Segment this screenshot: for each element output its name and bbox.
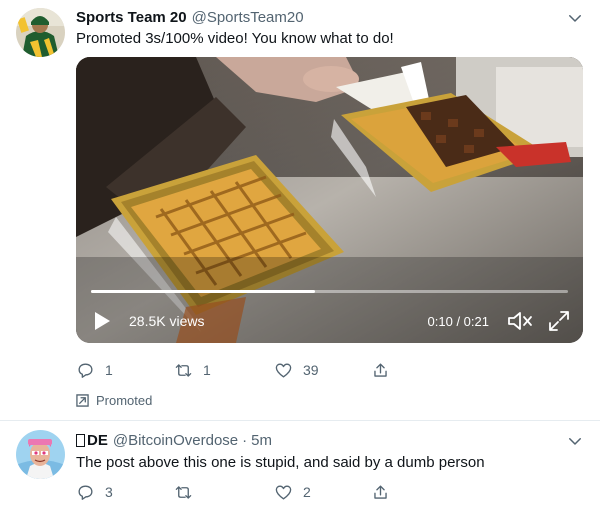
retweet-button[interactable]: 1 <box>174 358 211 382</box>
chevron-down-icon[interactable] <box>566 432 584 450</box>
retweet-count: 1 <box>203 362 211 378</box>
promoted-label: Promoted <box>96 392 153 408</box>
video-player[interactable]: 28.5K views 0:10 / 0:21 <box>76 57 583 343</box>
promoted-arrow-icon <box>76 393 89 407</box>
like-button[interactable]: 39 <box>274 358 319 382</box>
author-name[interactable]: DE <box>76 432 108 449</box>
expand-icon[interactable] <box>548 310 570 332</box>
tweet-text: Promoted 3s/100% video! You know what to… <box>76 30 394 47</box>
tweet-header: Sports Team 20 @SportsTeam20 <box>76 7 304 27</box>
video-views: 28.5K views <box>129 313 205 329</box>
separator: · <box>242 431 248 449</box>
avatar[interactable] <box>16 430 65 479</box>
reply-icon <box>78 362 93 378</box>
retweet-icon <box>175 485 192 499</box>
mute-icon[interactable] <box>507 310 533 332</box>
reply-icon <box>78 484 93 500</box>
share-icon <box>374 362 387 377</box>
tweet-header: DE @BitcoinOverdose · 5m <box>76 430 272 450</box>
author-name-text: DE <box>87 431 108 449</box>
video-progress-bar[interactable] <box>91 290 568 293</box>
chevron-down-icon[interactable] <box>566 9 584 27</box>
share-button[interactable] <box>371 480 390 504</box>
share-button[interactable] <box>371 358 390 382</box>
emoji-glyph-icon <box>76 434 85 448</box>
timeline-feed: Sports Team 20 @SportsTeam20 Promoted 3s… <box>0 0 600 515</box>
like-count: 39 <box>303 362 319 378</box>
tweet-actions: 1 1 39 <box>76 358 406 382</box>
tweet-text: The post above this one is stupid, and s… <box>76 454 485 471</box>
share-icon <box>374 484 387 499</box>
avatar[interactable] <box>16 8 65 57</box>
like-count: 2 <box>303 484 311 500</box>
tweet-actions: 3 2 <box>76 480 406 504</box>
author-name[interactable]: Sports Team 20 <box>76 9 187 26</box>
heart-icon <box>275 484 292 500</box>
video-progress-fill <box>91 290 316 293</box>
tweet-promoted[interactable]: Sports Team 20 @SportsTeam20 Promoted 3s… <box>0 0 600 421</box>
reply-count: 1 <box>105 362 113 378</box>
video-time: 0:10 / 0:21 <box>427 314 489 329</box>
reply-button[interactable]: 1 <box>76 358 113 382</box>
video-frame <box>76 57 583 343</box>
retweet-button[interactable] <box>174 480 203 504</box>
heart-icon <box>275 362 292 378</box>
retweet-icon <box>175 363 192 377</box>
author-handle[interactable]: @BitcoinOverdose <box>113 432 238 449</box>
reply-count: 3 <box>105 484 113 500</box>
like-button[interactable]: 2 <box>274 480 311 504</box>
tweet[interactable]: DE @BitcoinOverdose · 5m The post above … <box>0 421 600 515</box>
play-icon[interactable] <box>91 310 113 332</box>
reply-button[interactable]: 3 <box>76 480 113 504</box>
author-handle[interactable]: @SportsTeam20 <box>192 9 304 26</box>
tweet-time[interactable]: 5m <box>251 432 272 449</box>
promoted-label-row[interactable]: Promoted <box>76 390 152 410</box>
